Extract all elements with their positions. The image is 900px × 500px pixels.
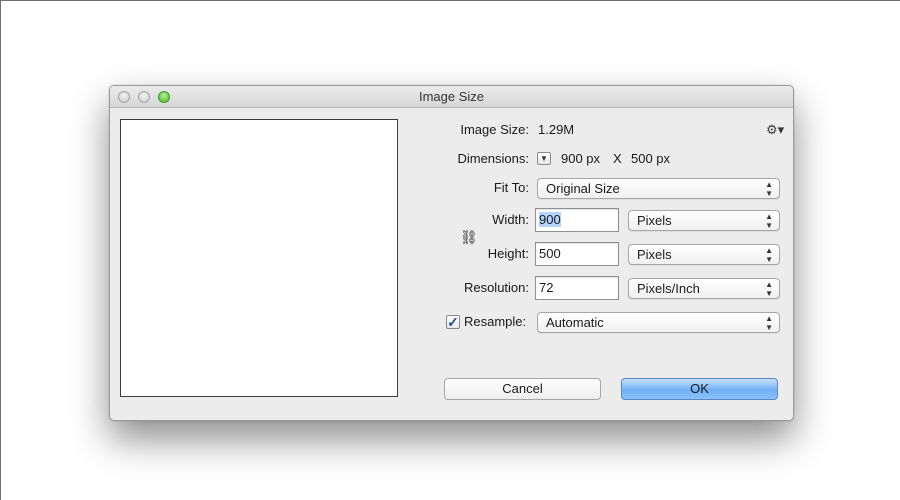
dimensions-separator: X — [613, 151, 622, 166]
resample-select[interactable]: Automatic ▲ ▼ — [537, 312, 780, 333]
up-down-arrows-icon: ▲ ▼ — [765, 180, 773, 198]
width-unit-select[interactable]: Pixels ▲ ▼ — [628, 210, 780, 231]
window-title: Image Size — [418, 89, 485, 104]
resolution-label: Resolution: — [463, 280, 529, 295]
resolution-unit-select[interactable]: Pixels/Inch ▲ ▼ — [628, 278, 780, 299]
width-unit: Pixels — [637, 213, 672, 228]
resample-label: Resample: — [464, 314, 527, 329]
width-input[interactable]: 900 — [535, 208, 619, 232]
dimensions-width-value: 900 px — [561, 151, 601, 166]
cancel-button[interactable]: Cancel — [444, 378, 601, 400]
image-preview[interactable] — [120, 119, 398, 397]
height-unit: Pixels — [637, 247, 672, 262]
title-bar[interactable]: Image Size — [110, 86, 793, 108]
resolution-input[interactable]: 72 — [535, 276, 619, 300]
resolution-value: 72 — [539, 280, 554, 295]
up-down-arrows-icon: ▲ ▼ — [765, 314, 773, 332]
height-label: Height: — [487, 246, 529, 261]
fit-to-selected: Original Size — [546, 181, 620, 196]
fit-to-select[interactable]: Original Size ▲ ▼ — [537, 178, 780, 199]
close-window-icon[interactable] — [118, 91, 130, 103]
width-value: 900 — [539, 212, 561, 227]
up-down-arrows-icon: ▲ ▼ — [765, 246, 773, 264]
up-down-arrows-icon: ▲ ▼ — [765, 280, 773, 298]
height-input[interactable]: 500 — [535, 242, 619, 266]
resample-checkbox[interactable]: ✓ — [446, 315, 460, 329]
zoom-window-icon[interactable] — [158, 91, 170, 103]
disclosure-triangle-icon[interactable]: ▼ — [537, 152, 551, 165]
height-unit-select[interactable]: Pixels ▲ ▼ — [628, 244, 780, 265]
gear-icon[interactable]: ⚙▾ — [766, 122, 786, 138]
fit-to-label: Fit To: — [493, 180, 529, 195]
up-down-arrows-icon: ▲ ▼ — [765, 212, 773, 230]
document-canvas: Image Size Image Size: 1.29M ⚙▾ Dimensio… — [0, 0, 900, 500]
height-value: 500 — [539, 246, 561, 261]
dimensions-label: Dimensions: — [457, 151, 529, 166]
dimensions-height-value: 500 px — [631, 151, 671, 166]
image-size-dialog: Image Size Image Size: 1.29M ⚙▾ Dimensio… — [109, 85, 794, 421]
image-size-label: Image Size: — [460, 122, 529, 137]
image-size-value: 1.29M — [538, 122, 575, 137]
minimize-window-icon[interactable] — [138, 91, 150, 103]
resolution-unit: Pixels/Inch — [637, 281, 700, 296]
resample-selected: Automatic — [546, 315, 604, 330]
width-label: Width: — [492, 212, 529, 227]
ok-button[interactable]: OK — [621, 378, 778, 400]
